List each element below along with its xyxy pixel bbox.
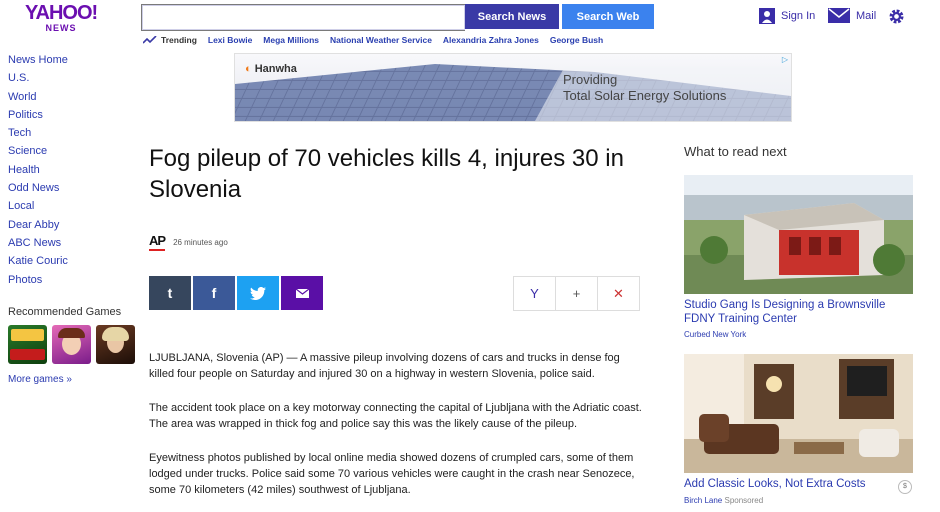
ad-line-2: Total Solar Energy Solutions — [563, 88, 727, 103]
trending-label: Trending — [143, 35, 197, 45]
nav-item-katie-couric[interactable]: Katie Couric — [8, 254, 68, 272]
facebook-share-button[interactable]: f — [193, 276, 235, 310]
nav-item-local[interactable]: Local — [8, 199, 68, 217]
left-nav: News Home U.S. World Politics Tech Scien… — [8, 53, 68, 291]
living-room-image — [684, 354, 913, 473]
sign-in-link[interactable]: Sign In — [759, 8, 815, 24]
nav-item-photos[interactable]: Photos — [8, 273, 68, 291]
trending-link[interactable]: Alexandria Zahra Jones — [443, 35, 539, 45]
card-title[interactable]: Studio Gang Is Designing a Brownsville F… — [684, 298, 894, 326]
tumblr-share-button[interactable]: t — [149, 276, 191, 310]
adchoices-icon[interactable]: ▷ — [782, 55, 788, 64]
logo-sub: NEWS — [45, 23, 77, 33]
dismiss-button[interactable]: ✕ — [597, 276, 640, 311]
trending-bar: Trending Lexi Bowie Mega Millions Nation… — [143, 35, 603, 45]
user-icon — [759, 8, 775, 24]
nav-item-science[interactable]: Science — [8, 144, 68, 162]
yahoo-button[interactable]: Y — [513, 276, 556, 311]
ad-brand-text: Hanwha — [254, 63, 297, 75]
games-list — [8, 325, 135, 364]
building-rendering-image — [684, 175, 913, 294]
card-source[interactable]: Curbed New York — [684, 330, 746, 339]
trending-link[interactable]: Lexi Bowie — [208, 35, 252, 45]
mail-share-button[interactable] — [281, 276, 323, 310]
game-thumbnail-casino[interactable] — [8, 325, 47, 364]
search-web-button[interactable]: Search Web — [562, 4, 654, 29]
card-image-building[interactable] — [684, 175, 913, 294]
share-buttons: t f — [149, 276, 323, 310]
article-timestamp: 26 minutes ago — [173, 237, 228, 247]
card-image-living-room[interactable] — [684, 354, 913, 473]
twitter-bird-icon — [250, 286, 266, 300]
nav-item-odd-news[interactable]: Odd News — [8, 181, 68, 199]
mail-link[interactable]: Mail — [828, 8, 876, 23]
sponsored-label: Sponsored — [724, 496, 764, 505]
mail-icon — [828, 8, 850, 23]
nav-item-news-home[interactable]: News Home — [8, 53, 68, 71]
article-paragraph: Eyewitness photos published by local onl… — [149, 452, 635, 496]
nav-item-dear-abby[interactable]: Dear Abby — [8, 218, 68, 236]
search-input[interactable] — [141, 4, 465, 31]
trending-link[interactable]: George Bush — [550, 35, 603, 45]
ad-brand: ◐ Hanwha — [245, 63, 297, 75]
card-source-name[interactable]: Birch Lane — [684, 496, 722, 505]
mail-label: Mail — [856, 9, 877, 22]
search-news-button[interactable]: Search News — [465, 4, 559, 29]
trending-icon — [143, 36, 157, 44]
game-thumbnail-portrait[interactable] — [96, 325, 135, 364]
recommended-games-title: Recommended Games — [8, 306, 122, 318]
sign-in-label: Sign In — [781, 10, 816, 22]
ad-line-1: Providing — [563, 72, 618, 87]
envelope-icon — [295, 288, 309, 298]
sponsored-info-icon[interactable]: $ — [898, 480, 912, 494]
card-title[interactable]: Add Classic Looks, Not Extra Costs — [684, 477, 924, 491]
rail-title: What to read next — [684, 144, 787, 159]
article-paragraph: LJUBLJANA, Slovenia (AP) — A massive pil… — [149, 352, 620, 380]
add-button[interactable]: + — [555, 276, 598, 311]
nav-item-tech[interactable]: Tech — [8, 126, 68, 144]
article-paragraph: The accident took place on a key motorwa… — [149, 402, 642, 430]
nav-item-world[interactable]: World — [8, 90, 68, 108]
nav-item-health[interactable]: Health — [8, 163, 68, 181]
ad-banner[interactable]: ◐ Hanwha Providing Total Solar Energy So… — [234, 53, 792, 122]
logo-wordmark: YAHOO! — [25, 2, 98, 24]
trending-text: Trending — [161, 35, 197, 45]
article-tools: Y + ✕ — [513, 276, 640, 311]
nav-item-abc-news[interactable]: ABC News — [8, 236, 68, 254]
twitter-share-button[interactable] — [237, 276, 279, 310]
trending-link[interactable]: Mega Millions — [263, 35, 319, 45]
card-source: Birch Lane Sponsored — [684, 496, 763, 505]
settings-gear-icon[interactable] — [888, 8, 905, 30]
hanwha-logo-icon: ◐ — [245, 63, 255, 75]
nav-item-us[interactable]: U.S. — [8, 71, 68, 89]
article-headline: Fog pileup of 70 vehicles kills 4, injur… — [149, 145, 624, 203]
trending-link[interactable]: National Weather Service — [330, 35, 432, 45]
ap-logo[interactable]: AP — [149, 233, 166, 251]
nav-item-politics[interactable]: Politics — [8, 108, 68, 126]
more-games-link[interactable]: More games » — [8, 374, 72, 385]
game-thumbnail-character[interactable] — [52, 325, 91, 364]
yahoo-news-logo[interactable]: YAHOO! NEWS — [25, 2, 98, 33]
article-byline: AP 26 minutes ago — [149, 233, 228, 251]
